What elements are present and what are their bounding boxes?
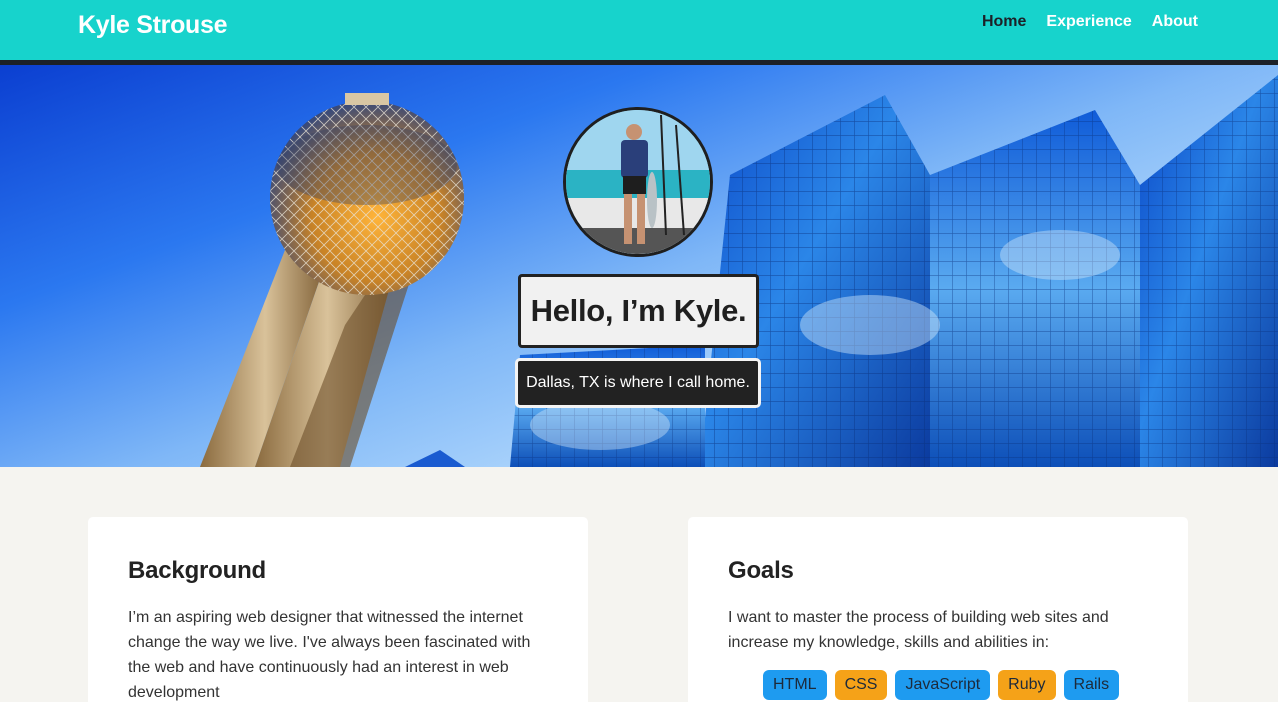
greeting-heading: Hello, I’m Kyle. [530, 293, 747, 328]
main-nav: Home Experience About [982, 13, 1198, 31]
background-text: I’m an aspiring web designer that witnes… [128, 609, 531, 701]
background-card: Background I’m an aspiring web designer … [88, 517, 588, 702]
skills-list: HTML CSS JavaScript Ruby Rails [763, 670, 1148, 700]
skill-tag-ruby[interactable]: Ruby [998, 670, 1056, 700]
nav-about-link[interactable]: About [1152, 13, 1198, 31]
profile-photo [563, 107, 713, 257]
background-title: Background [128, 557, 267, 584]
goals-text: I want to master the process of building… [728, 609, 1109, 651]
goals-title: Goals [728, 557, 794, 584]
skill-tag-html[interactable]: HTML [763, 670, 827, 700]
site-brand[interactable]: Kyle Strouse [78, 11, 228, 40]
skill-tag-javascript[interactable]: JavaScript [895, 670, 991, 700]
goals-card: Goals I want to master the process of bu… [688, 517, 1188, 702]
top-navbar: Kyle Strouse Home Experience About [0, 0, 1278, 60]
nav-home-link[interactable]: Home [982, 13, 1026, 31]
greeting-box: Hello, I’m Kyle. [518, 274, 759, 348]
tagline-text: Dallas, TX is where I call home. [526, 374, 750, 391]
profile-photo-image [566, 110, 710, 254]
hero-banner: Hello, I’m Kyle. Dallas, TX is where I c… [0, 65, 1278, 467]
skill-tag-rails[interactable]: Rails [1063, 670, 1120, 700]
nav-experience-link[interactable]: Experience [1046, 13, 1131, 31]
skill-tag-css[interactable]: CSS [834, 670, 888, 700]
tagline-box: Dallas, TX is where I call home. [515, 358, 761, 408]
